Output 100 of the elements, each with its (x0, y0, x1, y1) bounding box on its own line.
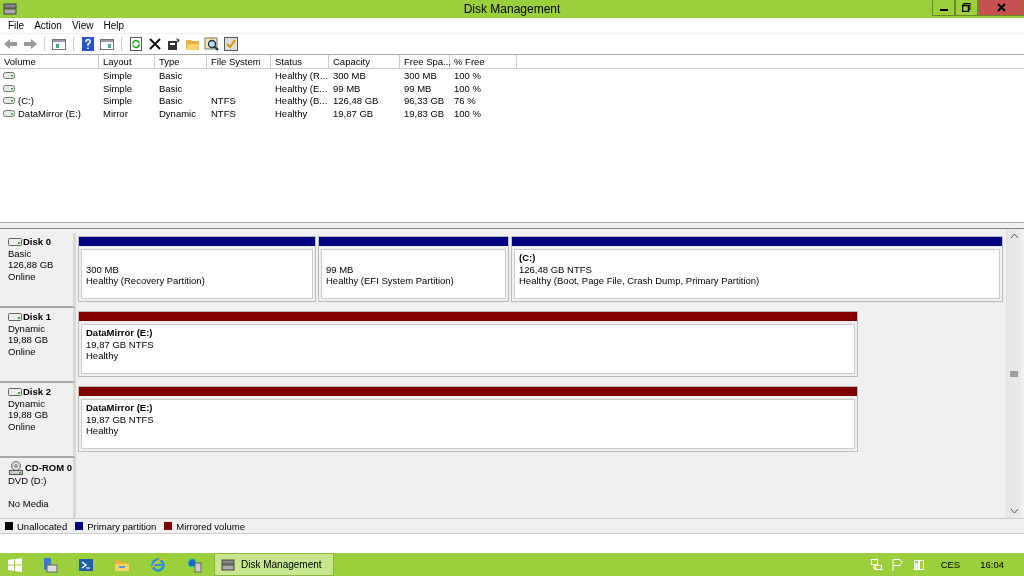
column-header[interactable]: Status (271, 55, 329, 69)
taskbar-button[interactable]: Disk Management (214, 553, 334, 576)
scroll-up-icon[interactable] (1009, 233, 1019, 239)
table-cell: 126,48 GB (333, 95, 379, 107)
powershell-icon[interactable] (78, 556, 94, 573)
partition-info: 99 MB (326, 263, 355, 275)
panel-icon[interactable] (51, 36, 67, 52)
table-cell: Basic (159, 69, 183, 81)
scroll-down-icon[interactable] (1009, 508, 1019, 514)
partition[interactable]: DataMirror (E:) 19,87 GB NTFS Healthy (78, 386, 858, 452)
close-icon (996, 3, 1006, 12)
disk-info: 19,88 GB (8, 334, 50, 346)
table-cell: 76 % (454, 95, 476, 107)
table-cell: 300 MB (333, 69, 366, 81)
partition[interactable]: (C:) 126,48 GB NTFS Healthy (Boot, Page File, Crash Dump, Primary Partition) (511, 236, 1003, 302)
table-cell: 19,83 GB (404, 107, 445, 119)
cd-drive-icon (8, 461, 24, 475)
disk-name: Disk 1 (23, 311, 51, 323)
disk-info: Online (8, 345, 37, 357)
table-cell: NTFS (211, 95, 236, 107)
column-header[interactable]: File System (207, 55, 271, 69)
disk-info: Online (8, 420, 37, 432)
restore-icon (962, 3, 971, 12)
partition[interactable]: 99 MB Healthy (EFI System Partition) (318, 236, 509, 302)
table-cell: (C:) (18, 95, 34, 107)
language-indicator[interactable]: CES (940, 559, 961, 570)
scroll-grip-icon[interactable] (1010, 370, 1018, 377)
disk-status: No Media (8, 498, 50, 510)
drive-icon (8, 312, 22, 321)
column-header[interactable]: Type (155, 55, 207, 69)
column-header[interactable]: Volume (0, 55, 99, 69)
table-cell: 100 % (454, 82, 481, 94)
computer-icon[interactable] (186, 556, 202, 573)
refresh-icon[interactable] (128, 36, 144, 52)
app-icon (3, 3, 17, 15)
menu-item[interactable]: Help (99, 20, 130, 31)
table-cell: Healthy (B... (275, 95, 328, 107)
legend-label: Mirrored volume (176, 520, 245, 532)
disk-info: Online (8, 270, 37, 282)
volume-name: (C:) (519, 252, 537, 264)
menu-item[interactable]: Action (30, 20, 68, 31)
panel-icon[interactable] (99, 36, 115, 52)
forward-arrow-icon[interactable] (22, 36, 38, 52)
partition[interactable]: DataMirror (E:) 19,87 GB NTFS Healthy (78, 311, 858, 377)
drive-icon (3, 71, 15, 79)
clock[interactable]: 16:04 (980, 559, 1004, 570)
table-cell: DataMirror (E:) (18, 107, 81, 119)
table-cell: NTFS (211, 107, 236, 119)
table-cell: 99 MB (404, 82, 432, 94)
column-header[interactable]: Free Spa... (400, 55, 450, 69)
window-title: Disk Management (462, 2, 562, 16)
start-icon[interactable] (8, 557, 22, 572)
table-cell: 300 MB (404, 69, 437, 81)
disk-name: Disk 2 (23, 386, 51, 398)
menu-item[interactable]: File (4, 20, 31, 31)
drive-icon (3, 97, 15, 105)
partition-info: 19,87 GB NTFS (86, 338, 155, 350)
menu-item[interactable]: View (67, 20, 100, 31)
disk-name: CD-ROM 0 (25, 462, 72, 474)
drive-icon (8, 237, 22, 246)
table-cell: Healthy (275, 107, 308, 119)
partition-info: 126,48 GB NTFS (519, 263, 593, 275)
column-header[interactable]: Layout (99, 55, 155, 69)
legend-label: Primary partition (87, 520, 157, 532)
back-arrow-icon[interactable] (3, 36, 19, 52)
table-cell: Simple (103, 95, 133, 107)
disk-info: Dynamic (8, 322, 46, 334)
table-cell: Mirror (103, 107, 128, 119)
disk-info: DVD (D:) (8, 475, 48, 487)
minimize-button[interactable] (932, 0, 955, 16)
restore-button[interactable] (955, 0, 978, 16)
table-cell: Simple (103, 69, 133, 81)
table-cell: Basic (159, 95, 183, 107)
disk-name: Disk 0 (23, 236, 51, 248)
drive-icon (3, 84, 15, 92)
table-cell: Healthy (R... (275, 69, 328, 81)
disk-info: Basic (8, 247, 33, 259)
table-cell: Dynamic (159, 107, 196, 119)
properties-icon[interactable] (166, 36, 182, 52)
legend-label: Unallocated (17, 520, 68, 532)
partition-info: 300 MB (86, 263, 120, 275)
disk-info: 19,88 GB (8, 409, 50, 421)
column-header[interactable]: Capacity (329, 55, 400, 69)
app-icon (221, 558, 235, 571)
table-cell: Simple (103, 82, 133, 94)
checklist-icon[interactable] (223, 36, 239, 52)
table-cell: 100 % (454, 69, 481, 81)
partition[interactable]: 300 MB Healthy (Recovery Partition) (78, 236, 316, 302)
table-cell: 19,87 GB (333, 107, 374, 119)
scrollbar[interactable] (1006, 229, 1021, 518)
close-button[interactable] (978, 0, 1024, 16)
partition-info: Healthy (Recovery Partition) (86, 275, 206, 287)
column-header[interactable]: % Free (450, 55, 517, 69)
search-icon[interactable] (204, 36, 220, 52)
delete-icon[interactable] (147, 36, 163, 52)
partition-info: Healthy (Boot, Page File, Crash Dump, Primary Partition) (519, 275, 761, 287)
help-icon[interactable] (80, 36, 96, 52)
table-cell: 99 MB (333, 82, 361, 94)
server-manager-icon[interactable] (42, 556, 58, 573)
disk-info: Dynamic (8, 397, 46, 409)
